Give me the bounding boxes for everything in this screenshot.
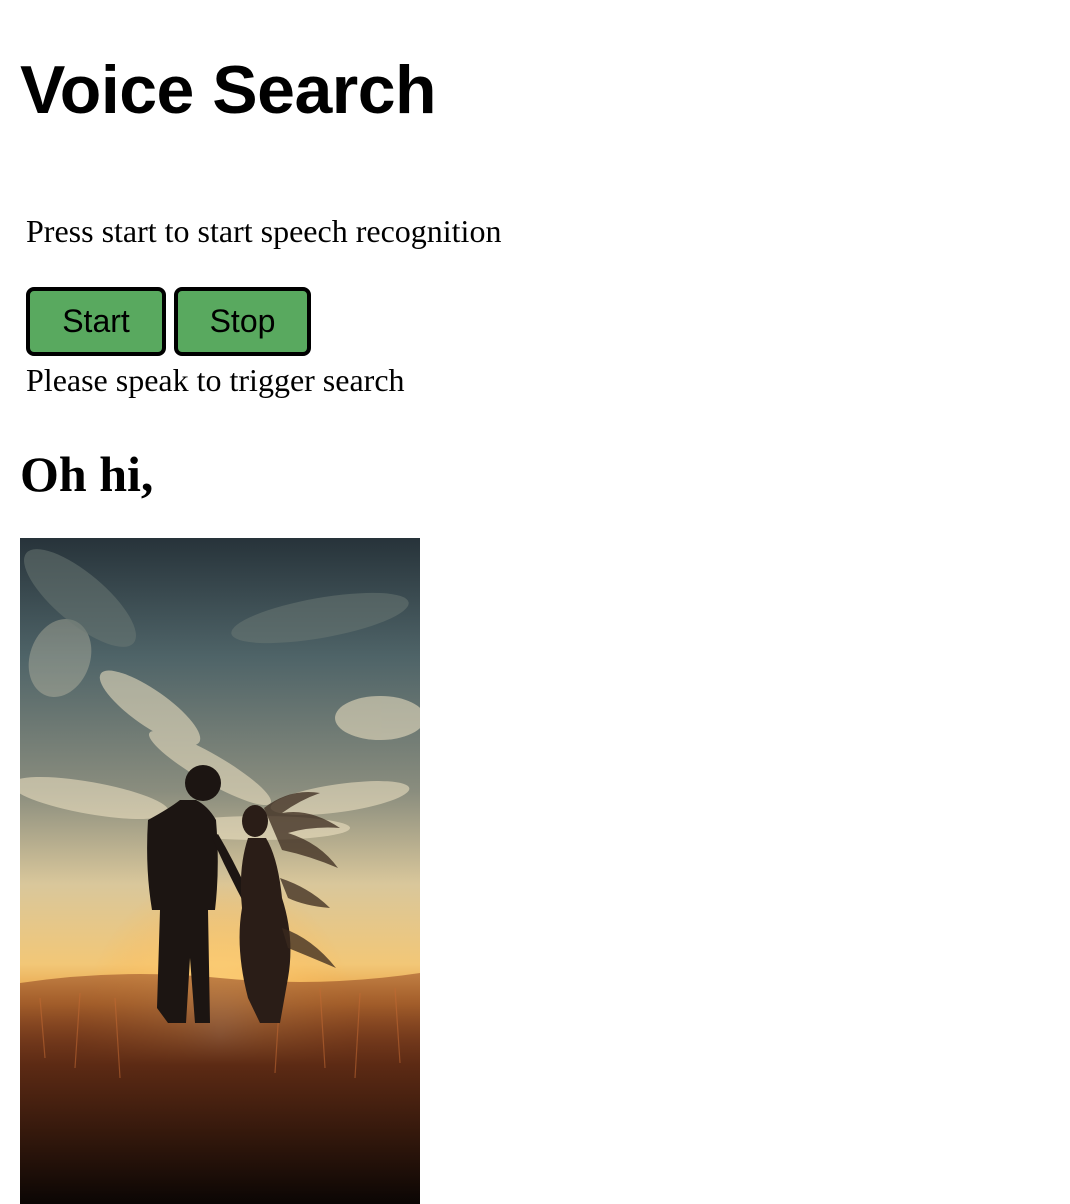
instructions-text: Press start to start speech recognition	[26, 213, 502, 249]
stop-button[interactable]: Stop	[174, 287, 311, 356]
status-text: Please speak to trigger search	[26, 362, 405, 398]
result-image	[20, 538, 420, 1204]
couple-sunset-illustration	[20, 538, 420, 1204]
page-title: Voice Search	[20, 52, 437, 128]
start-button[interactable]: Start	[26, 287, 166, 356]
greeting-heading: Oh hi,	[20, 446, 154, 502]
